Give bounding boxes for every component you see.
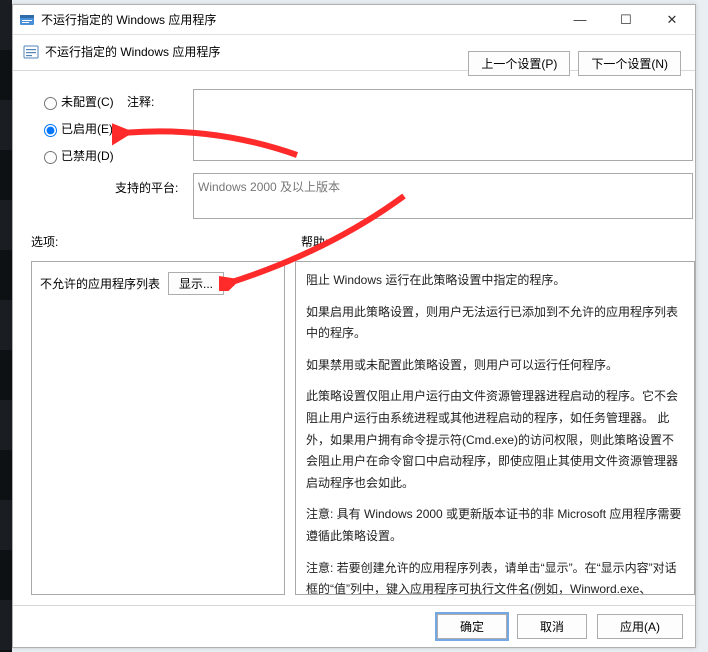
- disallowed-apps-label: 不允许的应用程序列表: [40, 275, 160, 292]
- help-paragraph: 如果启用此策略设置，则用户无法运行已添加到不允许的应用程序列表中的程序。: [306, 302, 684, 345]
- previous-setting-button[interactable]: 上一个设置(P): [468, 51, 570, 76]
- state-radio-group: 未配置(C) 已启用(E) 已禁用(D): [39, 93, 114, 164]
- radio-disabled-input[interactable]: [44, 151, 57, 164]
- maximize-button[interactable]: ☐: [603, 5, 649, 35]
- help-panel[interactable]: 阻止 Windows 运行在此策略设置中指定的程序。 如果启用此策略设置，则用户…: [295, 261, 695, 595]
- app-icon: [19, 12, 35, 28]
- radio-not-configured-label: 未配置(C): [61, 93, 114, 110]
- radio-not-configured-input[interactable]: [44, 97, 57, 110]
- apply-button[interactable]: 应用(A): [597, 614, 683, 639]
- help-paragraph: 注意: 若要创建允许的应用程序列表，请单击“显示”。在“显示内容”对话框的“值”…: [306, 558, 684, 595]
- options-label: 选项:: [31, 233, 58, 250]
- close-icon: ✕: [667, 12, 678, 28]
- next-setting-button[interactable]: 下一个设置(N): [578, 51, 681, 76]
- help-paragraph: 阻止 Windows 运行在此策略设置中指定的程序。: [306, 270, 684, 292]
- help-paragraph: 此策略设置仅阻止用户运行由文件资源管理器进程启动的程序。它不会阻止用户运行由系统…: [306, 386, 684, 494]
- options-panel: 不允许的应用程序列表 显示...: [31, 261, 285, 595]
- policy-editor-window: 不运行指定的 Windows 应用程序 — ☐ ✕ 不运行指定的 Windows…: [12, 4, 696, 648]
- nav-buttons: 上一个设置(P) 下一个设置(N): [468, 51, 681, 76]
- help-label: 帮助:: [301, 233, 328, 250]
- cancel-button[interactable]: 取消: [517, 614, 587, 639]
- footer-bar: 确定 取消 应用(A): [13, 605, 695, 647]
- radio-enabled[interactable]: 已启用(E): [39, 120, 114, 137]
- maximize-icon: ☐: [620, 12, 632, 28]
- minimize-button[interactable]: —: [557, 5, 603, 35]
- radio-enabled-input[interactable]: [44, 124, 57, 137]
- radio-enabled-label: 已启用(E): [61, 120, 113, 137]
- platform-textarea[interactable]: [193, 173, 693, 219]
- help-paragraph: 如果禁用或未配置此策略设置，则用户可以运行任何程序。: [306, 355, 684, 377]
- desktop-background-strip: [0, 0, 12, 652]
- minimize-icon: —: [574, 12, 587, 27]
- comment-label: 注释:: [127, 93, 154, 110]
- show-list-button[interactable]: 显示...: [168, 272, 224, 295]
- titlebar: 不运行指定的 Windows 应用程序 — ☐ ✕: [13, 5, 695, 35]
- help-paragraph: 注意: 具有 Windows 2000 或更新版本证书的非 Microsoft …: [306, 504, 684, 547]
- comment-textarea[interactable]: [193, 89, 693, 161]
- radio-disabled-label: 已禁用(D): [61, 147, 114, 164]
- window-title: 不运行指定的 Windows 应用程序: [41, 11, 216, 28]
- header-title: 不运行指定的 Windows 应用程序: [45, 43, 220, 60]
- close-button[interactable]: ✕: [649, 5, 695, 35]
- ok-button[interactable]: 确定: [437, 614, 507, 639]
- radio-disabled[interactable]: 已禁用(D): [39, 147, 114, 164]
- header-bar: 不运行指定的 Windows 应用程序 上一个设置(P) 下一个设置(N): [13, 35, 695, 71]
- policy-icon: [23, 44, 39, 60]
- radio-not-configured[interactable]: 未配置(C): [39, 93, 114, 110]
- platform-label: 支持的平台:: [115, 179, 178, 196]
